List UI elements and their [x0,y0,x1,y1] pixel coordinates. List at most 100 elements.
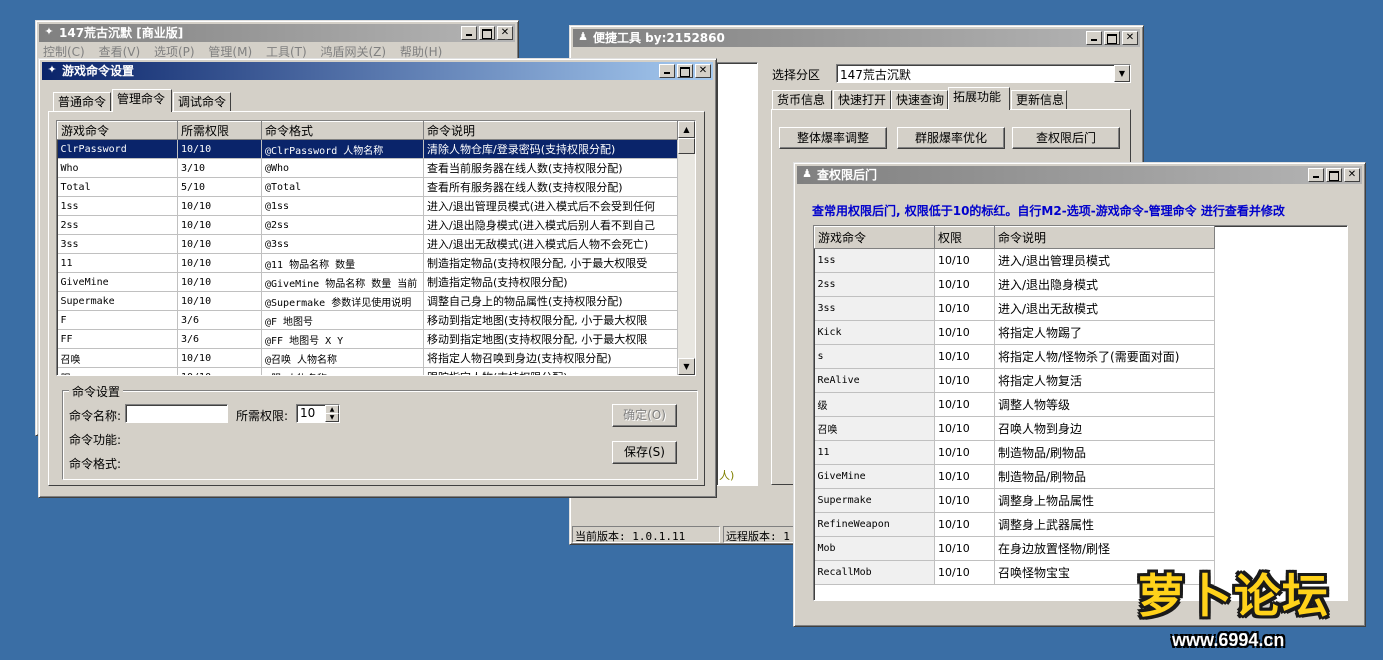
table-row[interactable]: Total 5/10 @Total 查看所有服务器在线人数(支持权限分配) [57,177,678,197]
close-button[interactable]: ✕ [1344,168,1360,182]
command-list-scrollbar[interactable]: ▲ ▼ [678,121,695,375]
permission-label: 所需权限: [236,409,289,423]
menu-help[interactable]: 帮助(H) [400,45,442,59]
tab-updates[interactable]: 更新信息 [1011,90,1067,110]
tab-normal-commands[interactable]: 普通命令 [53,92,111,112]
status-current-version: 当前版本: 1.0.1.11 [572,526,720,543]
table-row[interactable]: 级 10/10 调整人物等级 [814,392,1215,417]
table-row[interactable]: 召唤 10/10 @召唤 人物名称 将指定人物召唤到身边(支持权限分配) [57,348,678,368]
close-button[interactable]: ✕ [1122,31,1138,45]
col-header-format[interactable]: 命令格式 [261,121,424,140]
table-row[interactable]: GiveMine 10/10 @GiveMine 物品名称 数量 当前 制造指定物品(… [57,272,678,292]
main-window-titlebar[interactable]: ✦ 147荒古沉默 [商业版] ✕ [39,24,515,42]
menu-manage[interactable]: 管理(M) [208,45,252,59]
maximize-button[interactable] [1326,168,1342,182]
overall-droprate-button[interactable]: 整体爆率调整 [779,127,887,149]
col-header-description[interactable]: 命令说明 [423,121,678,140]
table-row[interactable]: ReAlive 10/10 将指定人物复活 [814,368,1215,393]
watermark-logo: 萝卜论坛 [1138,569,1330,623]
command-function-label: 命令功能: [69,433,122,447]
table-row[interactable]: F 3/6 @F 地图号 移动到指定地图(支持权限分配, 小于最大权限 [57,310,678,330]
minimize-button[interactable] [1086,31,1102,45]
table-row[interactable]: 3ss 10/10 进入/退出无敌模式 [814,296,1215,321]
table-row[interactable]: Supermake 10/10 调整身上物品属性 [814,488,1215,513]
table-row[interactable]: 3ss 10/10 @3ss 进入/退出无敌模式(进入模式后人物不会死亡) [57,234,678,254]
col-header-description[interactable]: 命令说明 [994,226,1215,249]
table-row[interactable]: 2ss 10/10 进入/退出隐身模式 [814,272,1215,297]
tab-admin-commands[interactable]: 管理命令 [112,89,172,112]
table-row[interactable]: Kick 10/10 将指定人物踢了 [814,320,1215,345]
cell-format: @Supermake 参数详见使用说明 [261,291,424,311]
multi-server-droprate-button[interactable]: 群服爆率优化 [897,127,1005,149]
ok-button[interactable]: 确定(O) [612,404,677,427]
permission-spinner[interactable]: 10 ▲ ▼ [296,404,340,423]
cell-description: 召唤人物到身边 [994,416,1215,441]
cell-description: 进入/退出隐身模式 [994,272,1215,297]
table-row[interactable]: FF 3/6 @FF 地图号 X Y 移动到指定地图(支持权限分配, 小于最大权限 [57,329,678,349]
table-row[interactable]: Who 3/10 @Who 查看当前服务器在线人数(支持权限分配) [57,158,678,178]
cell-command: 2ss [57,215,178,235]
cell-description: 调整身上武器属性 [994,512,1215,537]
scroll-up-icon[interactable]: ▲ [678,121,695,138]
permission-list[interactable]: 游戏命令 权限 命令说明 1ss 10/10 进入/退出管理员模式 2ss 10/10 进… [813,225,1348,601]
command-name-input[interactable] [125,404,228,423]
cell-permission: 3/6 [177,310,262,330]
scroll-down-icon[interactable]: ▼ [678,358,695,375]
maximize-button[interactable] [479,26,495,40]
minimize-button[interactable] [461,26,477,40]
table-row[interactable]: 11 10/10 @11 物品名称 数量 制造指定物品(支持权限分配, 小于最大权限受 [57,253,678,273]
table-row[interactable]: RefineWeapon 10/10 调整身上武器属性 [814,512,1215,537]
tab-debug-commands[interactable]: 调试命令 [173,92,231,112]
tab-quick-open[interactable]: 快速打开 [833,90,891,110]
cell-permission: 10/10 [177,291,262,311]
zone-select[interactable]: 147荒古沉默 ▼ [836,64,1131,83]
spin-down-icon[interactable]: ▼ [325,413,339,422]
command-list[interactable]: 游戏命令 所需权限 命令格式 命令说明 ClrPassword 10/10 @Clr… [56,120,696,376]
col-header-permission[interactable]: 所需权限 [177,121,262,140]
side-fragment: 人) [719,469,735,482]
table-row[interactable]: Supermake 10/10 @Supermake 参数详见使用说明 调整自己身上的… [57,291,678,311]
tool-window-titlebar[interactable]: ♟ 便捷工具 by:2152860 ✕ [573,29,1140,47]
tab-extensions[interactable]: 拓展功能 [948,87,1010,110]
cell-command: RefineWeapon [814,512,935,537]
scroll-thumb[interactable] [678,138,695,154]
cell-description: 调整身上物品属性 [994,488,1215,513]
cell-command: 1ss [57,196,178,216]
table-row[interactable]: 11 10/10 制造物品/刷物品 [814,440,1215,465]
tab-currency[interactable]: 货币信息 [772,90,832,110]
menu-view[interactable]: 查看(V) [99,45,141,59]
menu-options[interactable]: 选项(P) [154,45,195,59]
menu-control[interactable]: 控制(C) [43,45,85,59]
cmd-tab-panel: 游戏命令 所需权限 命令格式 命令说明 ClrPassword 10/10 @Clr… [48,111,705,486]
table-row[interactable]: s 10/10 将指定人物/怪物杀了(需要面对面) [814,344,1215,369]
col-header-command[interactable]: 游戏命令 [814,226,935,249]
tab-quick-query[interactable]: 快速查询 [891,90,948,110]
maximize-button[interactable] [677,64,693,78]
close-button[interactable]: ✕ [695,64,711,78]
table-row[interactable]: 1ss 10/10 @1ss 进入/退出管理员模式(进入模式后不会受到任何 [57,196,678,216]
maximize-button[interactable] [1104,31,1120,45]
table-row[interactable]: GiveMine 10/10 制造物品/刷物品 [814,464,1215,489]
check-permission-backdoor-button[interactable]: 查权限后门 [1012,127,1120,149]
cell-permission: 10/10 [934,368,995,393]
close-button[interactable]: ✕ [497,26,513,40]
menu-tools[interactable]: 工具(T) [266,45,307,59]
chevron-down-icon[interactable]: ▼ [1114,65,1130,82]
table-row[interactable]: Mob 10/10 在身边放置怪物/刷怪 [814,536,1215,561]
table-row[interactable]: 召唤 10/10 召唤人物到身边 [814,416,1215,441]
table-row[interactable]: 服10/10@服 人物名称跟踪指定人物(支持权限分配) [57,367,678,375]
cell-command: GiveMine [57,272,178,292]
cell-format: @Who [261,158,424,178]
menu-gateway[interactable]: 鸿盾网关(Z) [321,45,387,59]
table-row[interactable]: 2ss 10/10 @2ss 进入/退出隐身模式(进入模式后别人看不到自己 [57,215,678,235]
col-header-command[interactable]: 游戏命令 [57,121,178,140]
minimize-button[interactable] [1308,168,1324,182]
cell-description: 将指定人物/怪物杀了(需要面对面) [994,344,1215,369]
table-row[interactable]: 1ss 10/10 进入/退出管理员模式 [814,248,1215,273]
table-row[interactable]: ClrPassword 10/10 @ClrPassword 人物名称 清除人物仓库/… [57,139,678,159]
minimize-button[interactable] [659,64,675,78]
cmd-window-titlebar[interactable]: ✦ 游戏命令设置 ✕ [42,62,713,80]
perm-window-titlebar[interactable]: ♟ 查权限后门 ✕ [797,166,1362,184]
save-button[interactable]: 保存(S) [612,441,677,464]
col-header-permission[interactable]: 权限 [934,226,995,249]
